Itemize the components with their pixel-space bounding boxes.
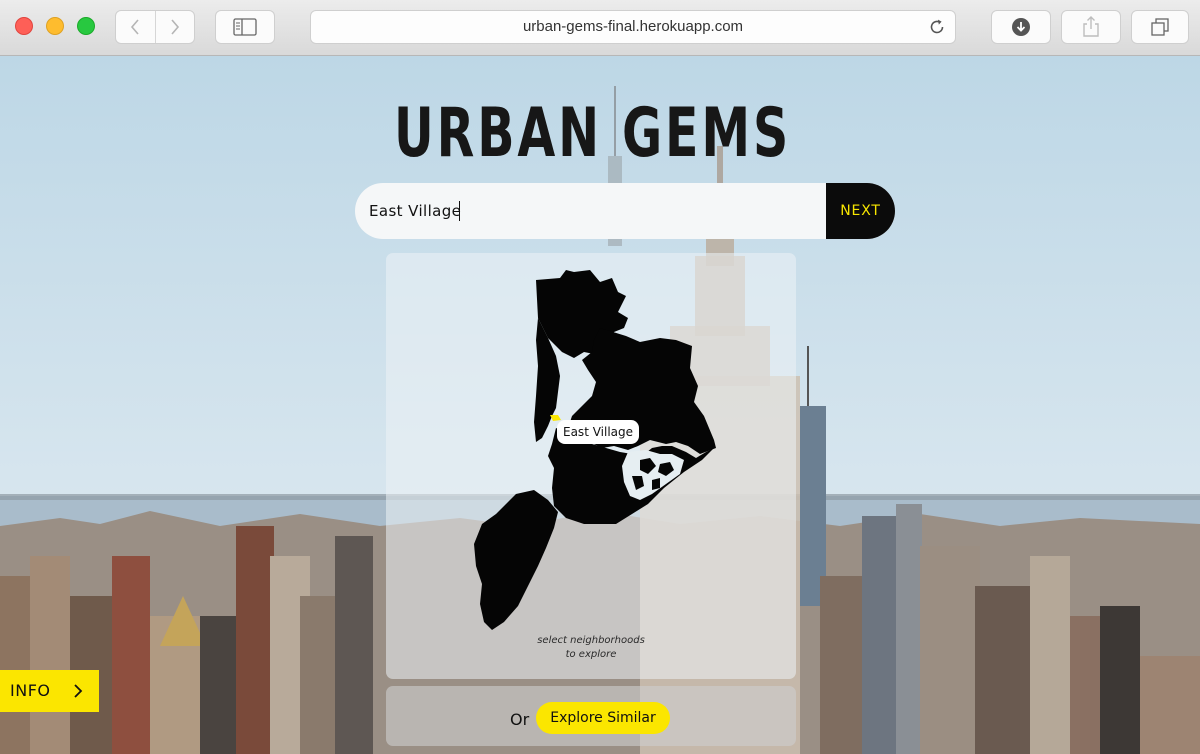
chevron-right-icon	[171, 19, 179, 35]
info-button[interactable]: INFO	[0, 670, 99, 712]
minimize-window-button[interactable]	[46, 17, 64, 35]
neighborhood-search-input[interactable]	[355, 183, 826, 239]
map-hint-line-2: to explore	[565, 649, 617, 660]
browser-toolbar: urban-gems-final.herokuapp.com	[0, 0, 1200, 56]
tabs-icon	[1151, 18, 1169, 36]
explore-similar-button[interactable]: Explore Similar	[536, 702, 670, 734]
forward-button[interactable]	[154, 11, 195, 43]
share-icon	[1083, 16, 1099, 37]
next-button[interactable]: NEXT	[826, 183, 895, 239]
share-button[interactable]	[1061, 10, 1121, 44]
close-window-button[interactable]	[15, 17, 33, 35]
info-label: INFO	[10, 681, 51, 700]
text-caret	[459, 201, 460, 221]
neighborhood-tooltip: East Village	[557, 420, 640, 444]
address-bar[interactable]: urban-gems-final.herokuapp.com	[310, 10, 956, 44]
neighborhood-search	[355, 183, 895, 239]
map-hint-line-1: select neighborhoods	[537, 635, 645, 646]
download-icon	[1012, 18, 1030, 36]
reload-icon	[930, 19, 944, 34]
reload-button[interactable]	[927, 17, 947, 42]
back-button[interactable]	[116, 11, 155, 43]
chevron-right-icon	[74, 684, 83, 698]
navigation-buttons	[115, 10, 195, 44]
downloads-button[interactable]	[991, 10, 1051, 44]
or-label: Or	[510, 710, 530, 729]
chevron-left-icon	[131, 19, 139, 35]
url-text: urban-gems-final.herokuapp.com	[522, 18, 744, 35]
app-logo: URBAN GEMS	[394, 94, 792, 173]
maximize-window-button[interactable]	[77, 17, 95, 35]
tab-overview-button[interactable]	[1131, 10, 1189, 44]
sidebar-icon	[233, 18, 257, 36]
map-panel	[386, 253, 796, 679]
map-hint: select neighborhoods to explore	[386, 634, 796, 662]
sidebar-toggle-button[interactable]	[215, 10, 275, 44]
urban-gems-page: URBAN GEMS NEXT East Village select neig…	[0, 56, 1200, 754]
